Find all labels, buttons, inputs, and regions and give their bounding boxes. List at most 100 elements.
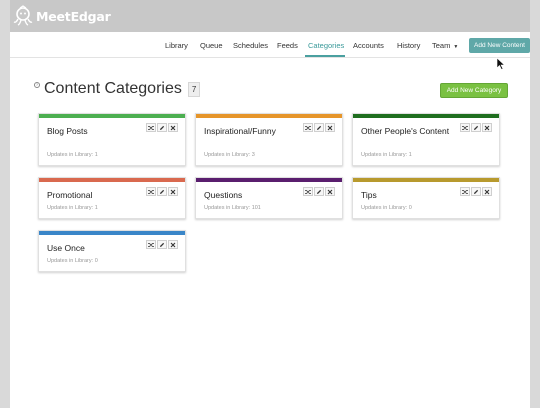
category-name[interactable]: Other People's Content xyxy=(361,126,453,137)
pencil-icon xyxy=(317,189,322,194)
close-icon xyxy=(170,189,176,194)
page-title: Content Categories xyxy=(44,80,182,97)
page-header: ? Content Categories 7 xyxy=(34,80,201,98)
edit-button[interactable] xyxy=(157,187,167,196)
category-update-count: Updates in Library: 0 xyxy=(47,258,98,264)
caret-down-icon: ▼ xyxy=(453,44,459,50)
add-new-category-button[interactable]: Add New Category xyxy=(440,83,508,98)
category-color-bar xyxy=(39,178,185,182)
nav-accounts[interactable]: Accounts xyxy=(353,41,384,50)
nav-categories[interactable]: Categories xyxy=(308,41,344,50)
shuffle-icon xyxy=(148,125,154,130)
category-update-count: Updates in Library: 101 xyxy=(204,205,261,211)
edit-button[interactable] xyxy=(157,240,167,249)
card-actions xyxy=(146,123,178,132)
nav-queue[interactable]: Queue xyxy=(200,41,223,50)
mouse-cursor-icon xyxy=(496,57,505,70)
shuffle-icon xyxy=(148,189,154,194)
nav-history[interactable]: History xyxy=(397,41,420,50)
pencil-icon xyxy=(474,189,479,194)
category-color-bar xyxy=(39,231,185,235)
category-name[interactable]: Inspirational/Funny xyxy=(204,126,296,137)
card-actions xyxy=(303,187,335,196)
top-bar: MeetEdgar xyxy=(10,0,530,32)
delete-button[interactable] xyxy=(168,240,178,249)
pencil-icon xyxy=(317,125,322,130)
card-actions xyxy=(303,123,335,132)
category-color-bar xyxy=(353,114,499,118)
category-name[interactable]: Questions xyxy=(204,190,296,201)
category-card[interactable]: Blog Posts Updates in Library: 1 xyxy=(38,113,186,166)
edit-button[interactable] xyxy=(471,123,481,132)
nav-feeds[interactable]: Feeds xyxy=(277,41,298,50)
card-actions xyxy=(146,187,178,196)
edit-button[interactable] xyxy=(471,187,481,196)
shuffle-icon xyxy=(305,125,311,130)
shuffle-button[interactable] xyxy=(146,240,156,249)
card-actions xyxy=(460,187,492,196)
close-icon xyxy=(327,125,333,130)
shuffle-icon xyxy=(462,125,468,130)
delete-button[interactable] xyxy=(168,187,178,196)
edit-button[interactable] xyxy=(314,123,324,132)
delete-button[interactable] xyxy=(482,123,492,132)
nav-schedules[interactable]: Schedules xyxy=(233,41,268,50)
close-icon xyxy=(484,125,490,130)
category-card[interactable]: Other People's Content Updates in Librar… xyxy=(352,113,500,166)
category-color-bar xyxy=(196,114,342,118)
logo[interactable]: MeetEdgar xyxy=(12,5,111,27)
pencil-icon xyxy=(474,125,479,130)
pencil-icon xyxy=(160,189,165,194)
category-card[interactable]: Questions Updates in Library: 101 xyxy=(195,177,343,219)
close-icon xyxy=(484,189,490,194)
add-new-content-button[interactable]: Add New Content xyxy=(469,38,530,53)
nav-team[interactable]: Team ▼ xyxy=(432,41,458,50)
delete-button[interactable] xyxy=(325,187,335,196)
close-icon xyxy=(327,189,333,194)
category-card[interactable]: Promotional Updates in Library: 1 xyxy=(38,177,186,219)
delete-button[interactable] xyxy=(168,123,178,132)
pencil-icon xyxy=(160,125,165,130)
delete-button[interactable] xyxy=(325,123,335,132)
app-window: MeetEdgar Library Queue Schedules Feeds … xyxy=(10,0,530,408)
category-update-count: Updates in Library: 3 xyxy=(204,152,255,158)
shuffle-button[interactable] xyxy=(146,187,156,196)
shuffle-button[interactable] xyxy=(460,187,470,196)
category-color-bar xyxy=(196,178,342,182)
nav-team-label: Team xyxy=(432,41,451,50)
category-name[interactable]: Use Once xyxy=(47,243,139,254)
pencil-icon xyxy=(160,242,165,247)
category-name[interactable]: Tips xyxy=(361,190,453,201)
edit-button[interactable] xyxy=(314,187,324,196)
category-card[interactable]: Tips Updates in Library: 0 xyxy=(352,177,500,219)
shuffle-icon xyxy=(305,189,311,194)
brand-name: MeetEdgar xyxy=(36,8,111,24)
shuffle-button[interactable] xyxy=(146,123,156,132)
main-nav: Library Queue Schedules Feeds Categories… xyxy=(10,32,530,58)
delete-button[interactable] xyxy=(482,187,492,196)
shuffle-button[interactable] xyxy=(460,123,470,132)
close-icon xyxy=(170,125,176,130)
close-icon xyxy=(170,242,176,247)
category-update-count: Updates in Library: 1 xyxy=(361,152,412,158)
category-update-count: Updates in Library: 1 xyxy=(47,152,98,158)
category-count-badge: 7 xyxy=(187,81,201,97)
category-color-bar xyxy=(353,178,499,182)
category-card[interactable]: Use Once Updates in Library: 0 xyxy=(38,230,186,272)
category-update-count: Updates in Library: 1 xyxy=(47,205,98,211)
category-name[interactable]: Promotional xyxy=(47,190,139,201)
shuffle-button[interactable] xyxy=(303,123,313,132)
category-color-bar xyxy=(39,114,185,118)
category-name[interactable]: Blog Posts xyxy=(47,126,139,137)
help-icon[interactable]: ? xyxy=(34,82,40,88)
category-card[interactable]: Inspirational/Funny Updates in Library: … xyxy=(195,113,343,166)
shuffle-button[interactable] xyxy=(303,187,313,196)
edit-button[interactable] xyxy=(157,123,167,132)
category-update-count: Updates in Library: 0 xyxy=(361,205,412,211)
octopus-logo-icon xyxy=(13,5,33,26)
card-actions xyxy=(460,123,492,132)
active-tab-indicator xyxy=(305,55,345,57)
shuffle-icon xyxy=(462,189,468,194)
nav-library[interactable]: Library xyxy=(165,41,188,50)
shuffle-icon xyxy=(148,242,154,247)
